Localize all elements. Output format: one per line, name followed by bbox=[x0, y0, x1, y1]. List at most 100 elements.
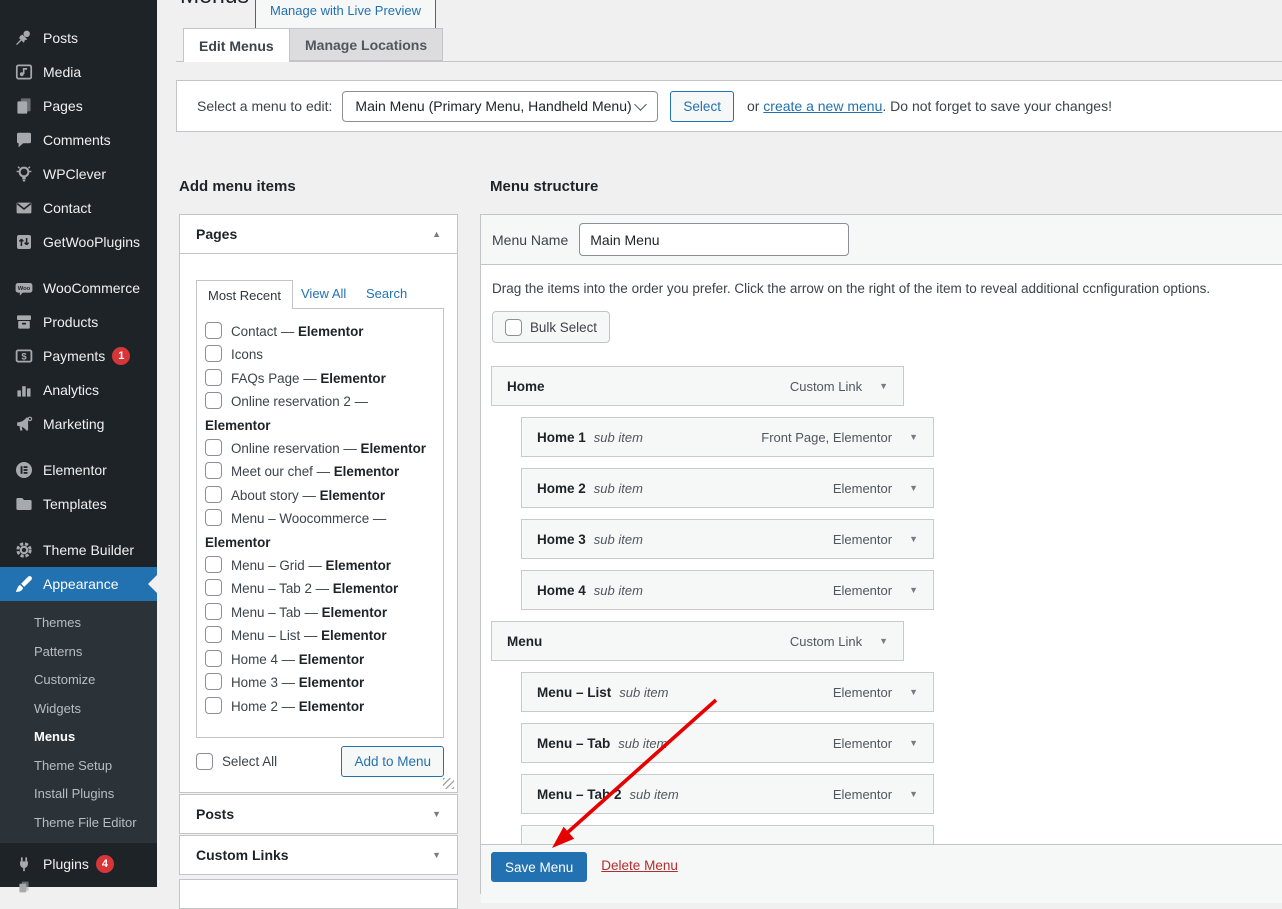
sidebar-subitem-menus[interactable]: Menus bbox=[0, 723, 157, 752]
delete-menu-link[interactable]: Delete Menu bbox=[601, 858, 678, 873]
save-menu-button[interactable]: Save Menu bbox=[491, 852, 587, 882]
sidebar-item-contact[interactable]: Contact bbox=[0, 191, 157, 225]
custom-links-accordion-header[interactable]: Custom Links ▼ bbox=[180, 836, 457, 874]
pages-checklist[interactable]: Contact — ElementorIconsFAQs Page — Elem… bbox=[196, 308, 444, 738]
tab-manage-locations[interactable]: Manage Locations bbox=[289, 28, 443, 61]
menu-item-bar-menu-list[interactable]: Menu – Listsub itemElementor▼ bbox=[521, 672, 934, 712]
sidebar-subitem-themes[interactable]: Themes bbox=[0, 609, 157, 638]
page-checkbox[interactable] bbox=[205, 673, 222, 690]
sidebar-subitem-customize[interactable]: Customize bbox=[0, 666, 157, 695]
sidebar-item-getwooplugins[interactable]: GetWooPlugins bbox=[0, 225, 157, 259]
menu-select-dropdown[interactable]: Main Menu (Primary Menu, Handheld Menu) bbox=[342, 91, 658, 122]
page-checkbox[interactable] bbox=[205, 509, 222, 526]
sidebar-item-theme-builder[interactable]: Theme Builder bbox=[0, 533, 157, 567]
page-list-item-home-2[interactable]: Home 2 — Elementor bbox=[205, 695, 435, 718]
menu-item-bar-home-3[interactable]: Home 3sub itemElementor▼ bbox=[521, 519, 934, 559]
item-options-arrow-icon[interactable]: ▼ bbox=[909, 738, 918, 748]
expand-arrow-icon[interactable]: ▼ bbox=[432, 850, 441, 860]
page-checkbox[interactable] bbox=[205, 697, 222, 714]
page-checkbox[interactable] bbox=[205, 556, 222, 573]
page-list-item-menu-list[interactable]: Menu – List — Elementor bbox=[205, 624, 435, 647]
menu-item-bar-menu[interactable]: MenuCustom Link▼ bbox=[491, 621, 904, 661]
item-options-arrow-icon[interactable]: ▼ bbox=[879, 636, 888, 646]
tab-edit-menus[interactable]: Edit Menus bbox=[183, 28, 290, 62]
sidebar-item-elementor[interactable]: Elementor bbox=[0, 453, 157, 487]
sidebar-item-pages[interactable]: Pages bbox=[0, 89, 157, 123]
pages-accordion-header[interactable]: Pages ▲ bbox=[180, 215, 457, 254]
page-list-item-online-reservation[interactable]: Online reservation — Elementor bbox=[205, 437, 435, 460]
sidebar-item-woocommerce[interactable]: WooWooCommerce bbox=[0, 271, 157, 305]
page-list-item-menu-woocommerce[interactable]: Menu – Woocommerce — Elementor bbox=[205, 507, 435, 554]
menu-item-bar-home-4[interactable]: Home 4sub itemElementor▼ bbox=[521, 570, 934, 610]
page-checkbox[interactable] bbox=[205, 579, 222, 596]
item-options-arrow-icon[interactable]: ▼ bbox=[909, 483, 918, 493]
sidebar-item-analytics[interactable]: Analytics bbox=[0, 373, 157, 407]
expand-arrow-icon[interactable]: ▼ bbox=[432, 809, 441, 819]
select-all-checkbox-row[interactable]: Select All bbox=[196, 753, 277, 770]
page-list-item-home-4[interactable]: Home 4 — Elementor bbox=[205, 648, 435, 671]
page-list-item-icons[interactable]: Icons bbox=[205, 343, 435, 366]
sidebar-item-wpclever[interactable]: WPClever bbox=[0, 157, 157, 191]
menu-item-bar-home[interactable]: HomeCustom Link▼ bbox=[491, 366, 904, 406]
sidebar-item-posts[interactable]: Posts bbox=[0, 21, 157, 55]
page-list-item-menu-tab-2[interactable]: Menu – Tab 2 — Elementor bbox=[205, 577, 435, 600]
item-options-arrow-icon[interactable]: ▼ bbox=[909, 687, 918, 697]
select-button[interactable]: Select bbox=[670, 91, 734, 122]
page-checkbox[interactable] bbox=[205, 486, 222, 503]
menu-item-bar-menu-tab[interactable]: Menu – Tabsub itemElementor▼ bbox=[521, 723, 934, 763]
page-list-item-about-story[interactable]: About story — Elementor bbox=[205, 484, 435, 507]
sidebar-subitem-widgets[interactable]: Widgets bbox=[0, 695, 157, 724]
page-checkbox[interactable] bbox=[205, 650, 222, 667]
menu-item-bar-home-2[interactable]: Home 2sub itemElementor▼ bbox=[521, 468, 934, 508]
sidebar-item-templates[interactable]: Templates bbox=[0, 487, 157, 521]
add-to-menu-button[interactable]: Add to Menu bbox=[341, 746, 444, 777]
page-checkbox[interactable] bbox=[205, 392, 222, 409]
page-list-item-menu-grid[interactable]: Menu – Grid — Elementor bbox=[205, 554, 435, 577]
resize-handle[interactable] bbox=[443, 778, 454, 789]
create-new-menu-link[interactable]: create a new menu bbox=[763, 98, 882, 114]
sidebar-item-marketing[interactable]: Marketing bbox=[0, 407, 157, 441]
bulk-select-toggle[interactable]: Bulk Select bbox=[492, 311, 610, 343]
tab-search[interactable]: Search bbox=[366, 286, 407, 301]
menu-name-input[interactable] bbox=[579, 223, 849, 256]
posts-accordion-header[interactable]: Posts ▼ bbox=[180, 795, 457, 833]
menu-item-type: Front Page, Elementor bbox=[761, 430, 892, 445]
sidebar-item-plugins[interactable]: Plugins 4 bbox=[0, 847, 157, 881]
sidebar-item-appearance[interactable]: Appearance bbox=[0, 567, 157, 601]
item-options-arrow-icon[interactable]: ▼ bbox=[909, 585, 918, 595]
page-list-item-meet-our-chef[interactable]: Meet our chef — Elementor bbox=[205, 460, 435, 483]
sidebar-subitem-patterns[interactable]: Patterns bbox=[0, 638, 157, 667]
item-options-arrow-icon[interactable]: ▼ bbox=[909, 789, 918, 799]
page-list-item-online-reservation-2[interactable]: Online reservation 2 — Elementor bbox=[205, 390, 435, 437]
page-checkbox[interactable] bbox=[205, 439, 222, 456]
page-checkbox[interactable] bbox=[205, 345, 222, 362]
sidebar-item-label: GetWooPlugins bbox=[43, 234, 140, 250]
select-all-checkbox[interactable] bbox=[196, 753, 213, 770]
sidebar-item-products[interactable]: Products bbox=[0, 305, 157, 339]
item-options-arrow-icon[interactable]: ▼ bbox=[909, 432, 918, 442]
page-list-item-home-3[interactable]: Home 3 — Elementor bbox=[205, 671, 435, 694]
page-list-item-contact[interactable]: Contact — Elementor bbox=[205, 320, 435, 343]
page-checkbox[interactable] bbox=[205, 369, 222, 386]
sidebar-item-comments[interactable]: Comments bbox=[0, 123, 157, 157]
page-checkbox[interactable] bbox=[205, 462, 222, 479]
item-options-arrow-icon[interactable]: ▼ bbox=[909, 534, 918, 544]
tab-view-all[interactable]: View All bbox=[301, 286, 346, 301]
sidebar-item-payments[interactable]: $Payments1 bbox=[0, 339, 157, 373]
menu-item-bar-menu-tab-2[interactable]: Menu – Tab 2sub itemElementor▼ bbox=[521, 774, 934, 814]
page-checkbox[interactable] bbox=[205, 626, 222, 643]
collapse-arrow-icon[interactable]: ▲ bbox=[432, 229, 441, 239]
sub-item-label: sub item bbox=[594, 583, 643, 598]
sidebar-subitem-install-plugins[interactable]: Install Plugins bbox=[0, 780, 157, 809]
page-list-item-faqs-page[interactable]: FAQs Page — Elementor bbox=[205, 367, 435, 390]
page-list-item-menu-tab[interactable]: Menu – Tab — Elementor bbox=[205, 601, 435, 624]
bulk-select-checkbox[interactable] bbox=[505, 319, 522, 336]
page-checkbox[interactable] bbox=[205, 603, 222, 620]
tab-most-recent[interactable]: Most Recent bbox=[196, 280, 293, 309]
menu-item-bar-home-1[interactable]: Home 1sub itemFront Page, Elementor▼ bbox=[521, 417, 934, 457]
sidebar-subitem-theme-setup[interactable]: Theme Setup bbox=[0, 752, 157, 781]
sidebar-subitem-theme-file-editor[interactable]: Theme File Editor bbox=[0, 809, 157, 838]
item-options-arrow-icon[interactable]: ▼ bbox=[879, 381, 888, 391]
sidebar-item-media[interactable]: Media bbox=[0, 55, 157, 89]
page-checkbox[interactable] bbox=[205, 322, 222, 339]
